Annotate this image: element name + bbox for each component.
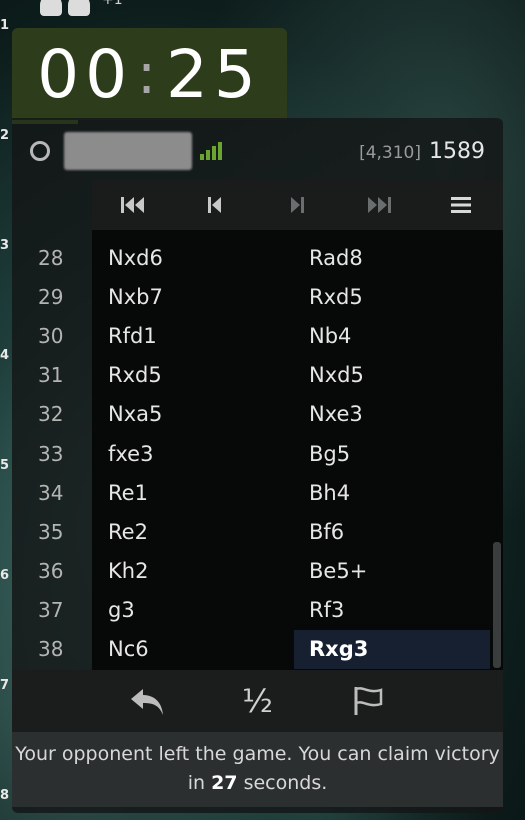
first-move-icon bbox=[121, 197, 144, 213]
last-move-button[interactable] bbox=[338, 180, 420, 230]
move-number: 31 bbox=[38, 363, 64, 388]
white-move[interactable]: Re2 bbox=[108, 520, 148, 544]
move-number: 32 bbox=[38, 402, 64, 427]
move-row: 33 fxe3 Bg5 bbox=[0, 434, 525, 473]
black-move[interactable]: Bf6 bbox=[294, 512, 490, 551]
move-row: 29 Nxb7 Rxd5 bbox=[0, 277, 525, 316]
move-number: 28 bbox=[38, 245, 64, 270]
move-row: 35 Re2 Bf6 bbox=[0, 512, 525, 551]
move-navigation bbox=[92, 180, 503, 230]
player-stats: [4,310] bbox=[359, 142, 421, 163]
white-move[interactable]: g3 bbox=[108, 598, 135, 622]
captured-pawn-icon bbox=[68, 0, 90, 16]
move-row: 32 Nxa5 Nxe3 bbox=[0, 395, 525, 434]
clock-seconds: 25 bbox=[165, 35, 262, 113]
move-number: 33 bbox=[38, 441, 64, 466]
move-row: 28 Nxd6 Rad8 bbox=[0, 238, 525, 277]
previous-move-icon bbox=[208, 197, 221, 213]
notice-seconds: 27 bbox=[211, 772, 238, 794]
previous-move-button[interactable] bbox=[174, 180, 256, 230]
white-move[interactable]: Nxa5 bbox=[108, 402, 162, 426]
black-move[interactable]: Rf3 bbox=[294, 591, 490, 630]
menu-button[interactable] bbox=[420, 180, 502, 230]
rank-label-7: 7 bbox=[0, 678, 10, 693]
move-row: 34 Re1 Bh4 bbox=[0, 473, 525, 512]
black-move[interactable]: Bh4 bbox=[294, 473, 490, 512]
white-move[interactable]: Kh2 bbox=[108, 559, 148, 583]
captured-knight-icon bbox=[40, 0, 62, 16]
move-row: 31 Rxd5 Nxd5 bbox=[0, 356, 525, 395]
online-status-icon bbox=[30, 141, 50, 161]
last-move-icon bbox=[368, 197, 391, 213]
material-advantage: +1 bbox=[102, 0, 123, 8]
next-move-button[interactable] bbox=[256, 180, 338, 230]
next-move-icon bbox=[291, 197, 304, 213]
first-move-button[interactable] bbox=[92, 180, 174, 230]
black-move[interactable]: Rad8 bbox=[294, 238, 490, 277]
move-number: 36 bbox=[38, 559, 64, 584]
clock-minutes: 00 bbox=[37, 35, 134, 113]
white-move[interactable]: Nc6 bbox=[108, 637, 149, 661]
move-number: 34 bbox=[38, 480, 64, 505]
black-move[interactable]: Rxd5 bbox=[294, 277, 490, 316]
game-actions: ½ bbox=[12, 670, 503, 732]
rank-label-2: 2 bbox=[0, 128, 10, 143]
move-number: 30 bbox=[38, 323, 64, 348]
move-row: 36 Kh2 Be5+ bbox=[0, 552, 525, 591]
black-move[interactable]: Nxd5 bbox=[294, 356, 490, 395]
game-clock: 00 : 25 bbox=[12, 28, 287, 120]
white-move[interactable]: Rfd1 bbox=[108, 324, 157, 348]
offer-draw-button[interactable]: ½ bbox=[233, 682, 283, 720]
white-move[interactable]: Re1 bbox=[108, 481, 148, 505]
rank-label-8: 8 bbox=[0, 788, 10, 803]
move-list-scrollbar[interactable] bbox=[493, 542, 501, 668]
notice-text-after: seconds. bbox=[237, 772, 328, 794]
resign-flag-icon bbox=[354, 687, 382, 715]
black-move[interactable]: Bg5 bbox=[294, 434, 490, 473]
black-move[interactable]: Be5+ bbox=[294, 552, 490, 591]
player-info: [4,310] 1589 bbox=[12, 124, 503, 178]
takeback-icon bbox=[130, 689, 163, 715]
move-rows: 28 Nxd6 Rad8 29 Nxb7 Rxd5 30 Rfd1 Nb4 31 Rxd5 Nxd5 3… bbox=[0, 238, 525, 669]
move-row: 37 g3 Rf3 bbox=[0, 591, 525, 630]
white-move[interactable]: fxe3 bbox=[108, 442, 153, 466]
move-row: 30 Rfd1 Nb4 bbox=[0, 316, 525, 355]
black-move[interactable]: Nxe3 bbox=[294, 395, 490, 434]
white-move[interactable]: Nxb7 bbox=[108, 285, 163, 309]
player-name-blurred[interactable] bbox=[64, 132, 192, 170]
rank-label-1: 1 bbox=[0, 18, 10, 33]
move-number: 35 bbox=[38, 519, 64, 544]
clock-colon: : bbox=[137, 41, 162, 107]
move-number: 37 bbox=[38, 598, 64, 623]
black-move[interactable]: Nb4 bbox=[294, 316, 490, 355]
move-row: 38 Nc6 Rxg3 bbox=[0, 629, 525, 669]
player-rating: 1589 bbox=[429, 138, 485, 164]
resign-button[interactable] bbox=[343, 685, 393, 717]
white-move[interactable]: Nxd6 bbox=[108, 246, 163, 270]
move-number: 29 bbox=[38, 284, 64, 309]
draw-half-icon: ½ bbox=[241, 682, 273, 720]
captured-pieces: +1 bbox=[40, 0, 123, 16]
current-move[interactable]: Rxg3 bbox=[294, 629, 490, 669]
white-move[interactable]: Rxd5 bbox=[108, 363, 162, 387]
move-number: 38 bbox=[38, 637, 64, 662]
menu-icon bbox=[451, 197, 471, 213]
takeback-button[interactable] bbox=[123, 685, 173, 717]
connection-signal-icon bbox=[200, 142, 222, 160]
opponent-left-notice: Your opponent left the game. You can cla… bbox=[12, 732, 503, 807]
